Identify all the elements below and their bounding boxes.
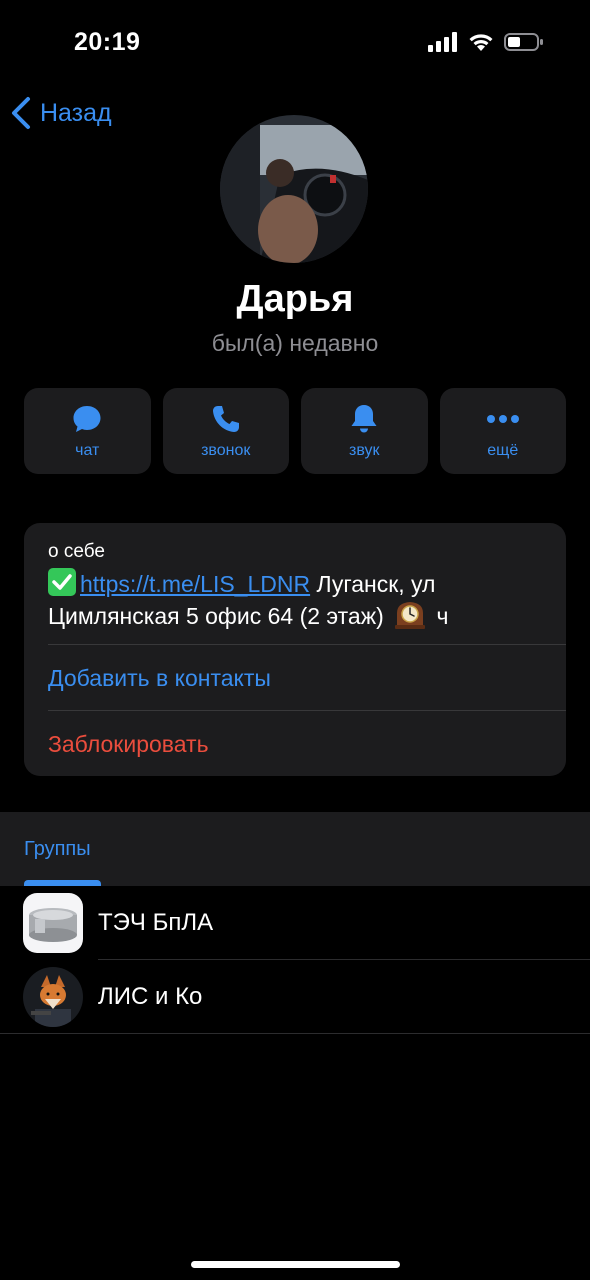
- wifi-icon: [469, 34, 493, 51]
- add-contact-button[interactable]: Добавить в контакты: [48, 665, 271, 692]
- group-avatar-lis-i-ko: [23, 967, 83, 1027]
- tab-groups[interactable]: Группы: [24, 838, 91, 861]
- sound-button[interactable]: звук: [301, 388, 428, 474]
- bio-text-2: Цимлянская 5 офис 64 (2 этаж): [48, 603, 384, 629]
- more-label: ещё: [487, 442, 519, 459]
- groups-tab-bar: Группы: [0, 812, 590, 886]
- profile-name: Дарья: [236, 278, 354, 320]
- profile-avatar[interactable]: [220, 115, 368, 263]
- block-button[interactable]: Заблокировать: [48, 731, 209, 758]
- mantelpiece-clock-icon: [394, 599, 426, 629]
- more-dots-icon: [486, 402, 520, 436]
- bio-text: https://t.me/LIS_LDNR Луганск, ул Цимлянс…: [48, 568, 548, 631]
- chevron-left-icon: [12, 97, 30, 129]
- status-bar: 20:19: [0, 0, 590, 88]
- bio-title: о себе: [48, 541, 105, 562]
- chat-button[interactable]: чат: [24, 388, 151, 474]
- bio-text-1: Луганск, ул: [310, 571, 436, 597]
- check-mark-icon: [48, 568, 76, 596]
- back-label: Назад: [40, 98, 112, 127]
- signal-icon: [428, 32, 457, 52]
- list-item[interactable]: ЛИС и Ко: [0, 960, 590, 1034]
- profile-photo: [220, 115, 368, 263]
- back-button[interactable]: Назад: [10, 96, 112, 130]
- group-name: ЛИС и Ко: [98, 983, 203, 1010]
- more-button[interactable]: ещё: [439, 388, 566, 474]
- sound-label: звук: [349, 442, 380, 459]
- status-time: 20:19: [74, 28, 141, 56]
- battery-icon: [504, 33, 543, 51]
- action-buttons: чат звонок звук ещё: [24, 388, 566, 474]
- info-card: о себе https://t.me/LIS_LDNR Луганск, ул…: [24, 523, 566, 776]
- group-avatar-teh-bpla: [23, 893, 83, 953]
- bio-text-3: ч: [430, 603, 449, 629]
- home-indicator[interactable]: [191, 1261, 400, 1268]
- card-divider: [48, 644, 566, 645]
- bell-icon: [347, 402, 381, 436]
- status-icons: [428, 32, 544, 52]
- bio-link[interactable]: https://t.me/LIS_LDNR: [80, 571, 310, 597]
- profile-status: был(а) недавно: [211, 330, 379, 356]
- list-item[interactable]: ТЭЧ БпЛА: [0, 886, 590, 960]
- group-name: ТЭЧ БпЛА: [98, 909, 214, 936]
- call-label: звонок: [201, 442, 251, 459]
- chat-bubble-icon: [70, 402, 104, 436]
- list-separator: [0, 1033, 590, 1034]
- call-button[interactable]: звонок: [162, 388, 289, 474]
- phone-icon: [209, 402, 243, 436]
- group-list: ТЭЧ БпЛА ЛИС и Ко: [0, 886, 590, 1034]
- card-divider: [48, 710, 566, 711]
- chat-label: чат: [75, 442, 100, 459]
